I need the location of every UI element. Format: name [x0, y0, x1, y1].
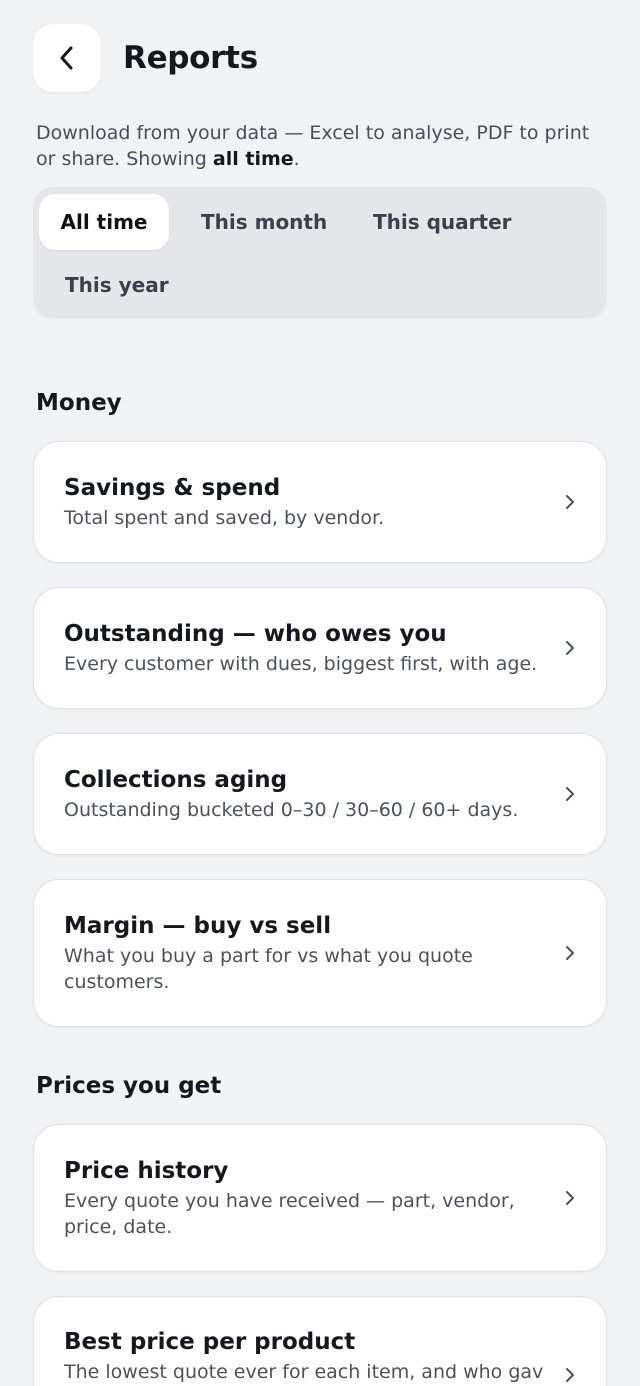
intro-suffix: . [293, 148, 300, 170]
header: Reports [33, 23, 258, 93]
intro-range: all time [212, 148, 294, 170]
card-title: Savings & spend [64, 475, 281, 501]
back-button[interactable] [33, 24, 101, 92]
period-this-month[interactable]: This month [175, 194, 353, 250]
card-description: What you buy a part for vs what you quot… [64, 945, 473, 993]
card-description: Every customer with dues, biggest first,… [64, 653, 538, 675]
card-description: Outstanding bucketed 0–30 / 30–60 / 60+ … [64, 799, 519, 821]
chevron-right-icon [566, 641, 574, 655]
card-title: Best price per product [64, 1329, 356, 1355]
chevron-right-icon [566, 1368, 574, 1382]
period-selector: All time This month This quarter This ye… [33, 187, 607, 319]
page-title: Reports [123, 40, 258, 76]
report-card-outstanding[interactable]: Outstanding — who owes you Every custome… [33, 587, 607, 709]
report-card-best-price[interactable]: Best price per product The lowest quote … [33, 1296, 607, 1386]
period-this-quarter[interactable]: This quarter [347, 194, 538, 250]
section-title-prices: Prices you get [36, 1073, 222, 1099]
card-description: Total spent and saved, by vendor. [64, 507, 385, 529]
chevron-right-icon [566, 787, 574, 801]
period-this-year[interactable]: This year [39, 257, 195, 313]
period-all-time[interactable]: All time [39, 194, 169, 250]
card-description: The lowest quote ever for each item, and… [64, 1361, 544, 1383]
report-card-price-history[interactable]: Price history Every quote you have recei… [33, 1124, 607, 1272]
chevron-right-icon [566, 946, 574, 960]
card-description: Every quote you have received — part, ve… [64, 1190, 515, 1238]
intro-body: Download from your data — Excel to analy… [36, 122, 590, 170]
section-title-money: Money [36, 390, 122, 416]
card-title: Outstanding — who owes you [64, 621, 447, 647]
card-title: Margin — buy vs sell [64, 913, 332, 939]
report-card-savings-spend[interactable]: Savings & spend Total spent and saved, b… [33, 441, 607, 563]
card-title: Collections aging [64, 767, 288, 793]
card-title: Price history [64, 1158, 229, 1184]
chevron-right-icon [566, 1191, 574, 1205]
intro-text: Download from your data — Excel to analy… [36, 120, 606, 172]
report-card-margin[interactable]: Margin — buy vs sell What you buy a part… [33, 879, 607, 1027]
chevron-left-icon [60, 46, 73, 70]
report-card-collections-aging[interactable]: Collections aging Outstanding bucketed 0… [33, 733, 607, 855]
chevron-right-icon [566, 495, 574, 509]
